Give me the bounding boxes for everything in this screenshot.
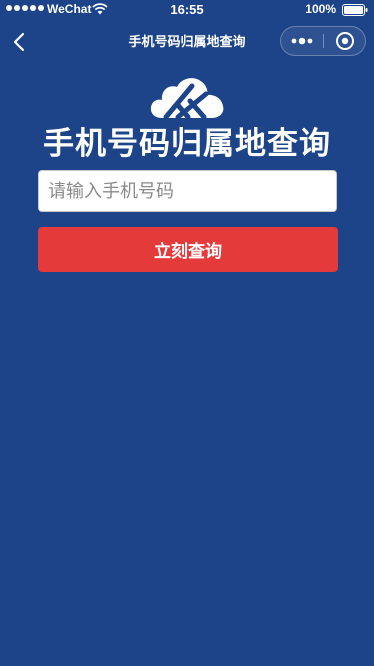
battery-percent: 100%: [305, 2, 336, 16]
query-now-button[interactable]: 立刻查询: [38, 227, 338, 272]
mini-program-capsule: [280, 26, 366, 56]
navigation-bar: 手机号码归属地查询: [0, 20, 374, 64]
app-heading: 手机号码归属地查询: [43, 126, 331, 162]
close-circle-icon[interactable]: [324, 27, 366, 55]
more-dots-icon[interactable]: [281, 27, 323, 55]
cloud-logo-icon: [150, 78, 224, 120]
battery-icon: [342, 4, 368, 16]
status-bar: WeChat 16:55 100%: [0, 0, 374, 20]
phone-number-input[interactable]: [38, 170, 337, 212]
